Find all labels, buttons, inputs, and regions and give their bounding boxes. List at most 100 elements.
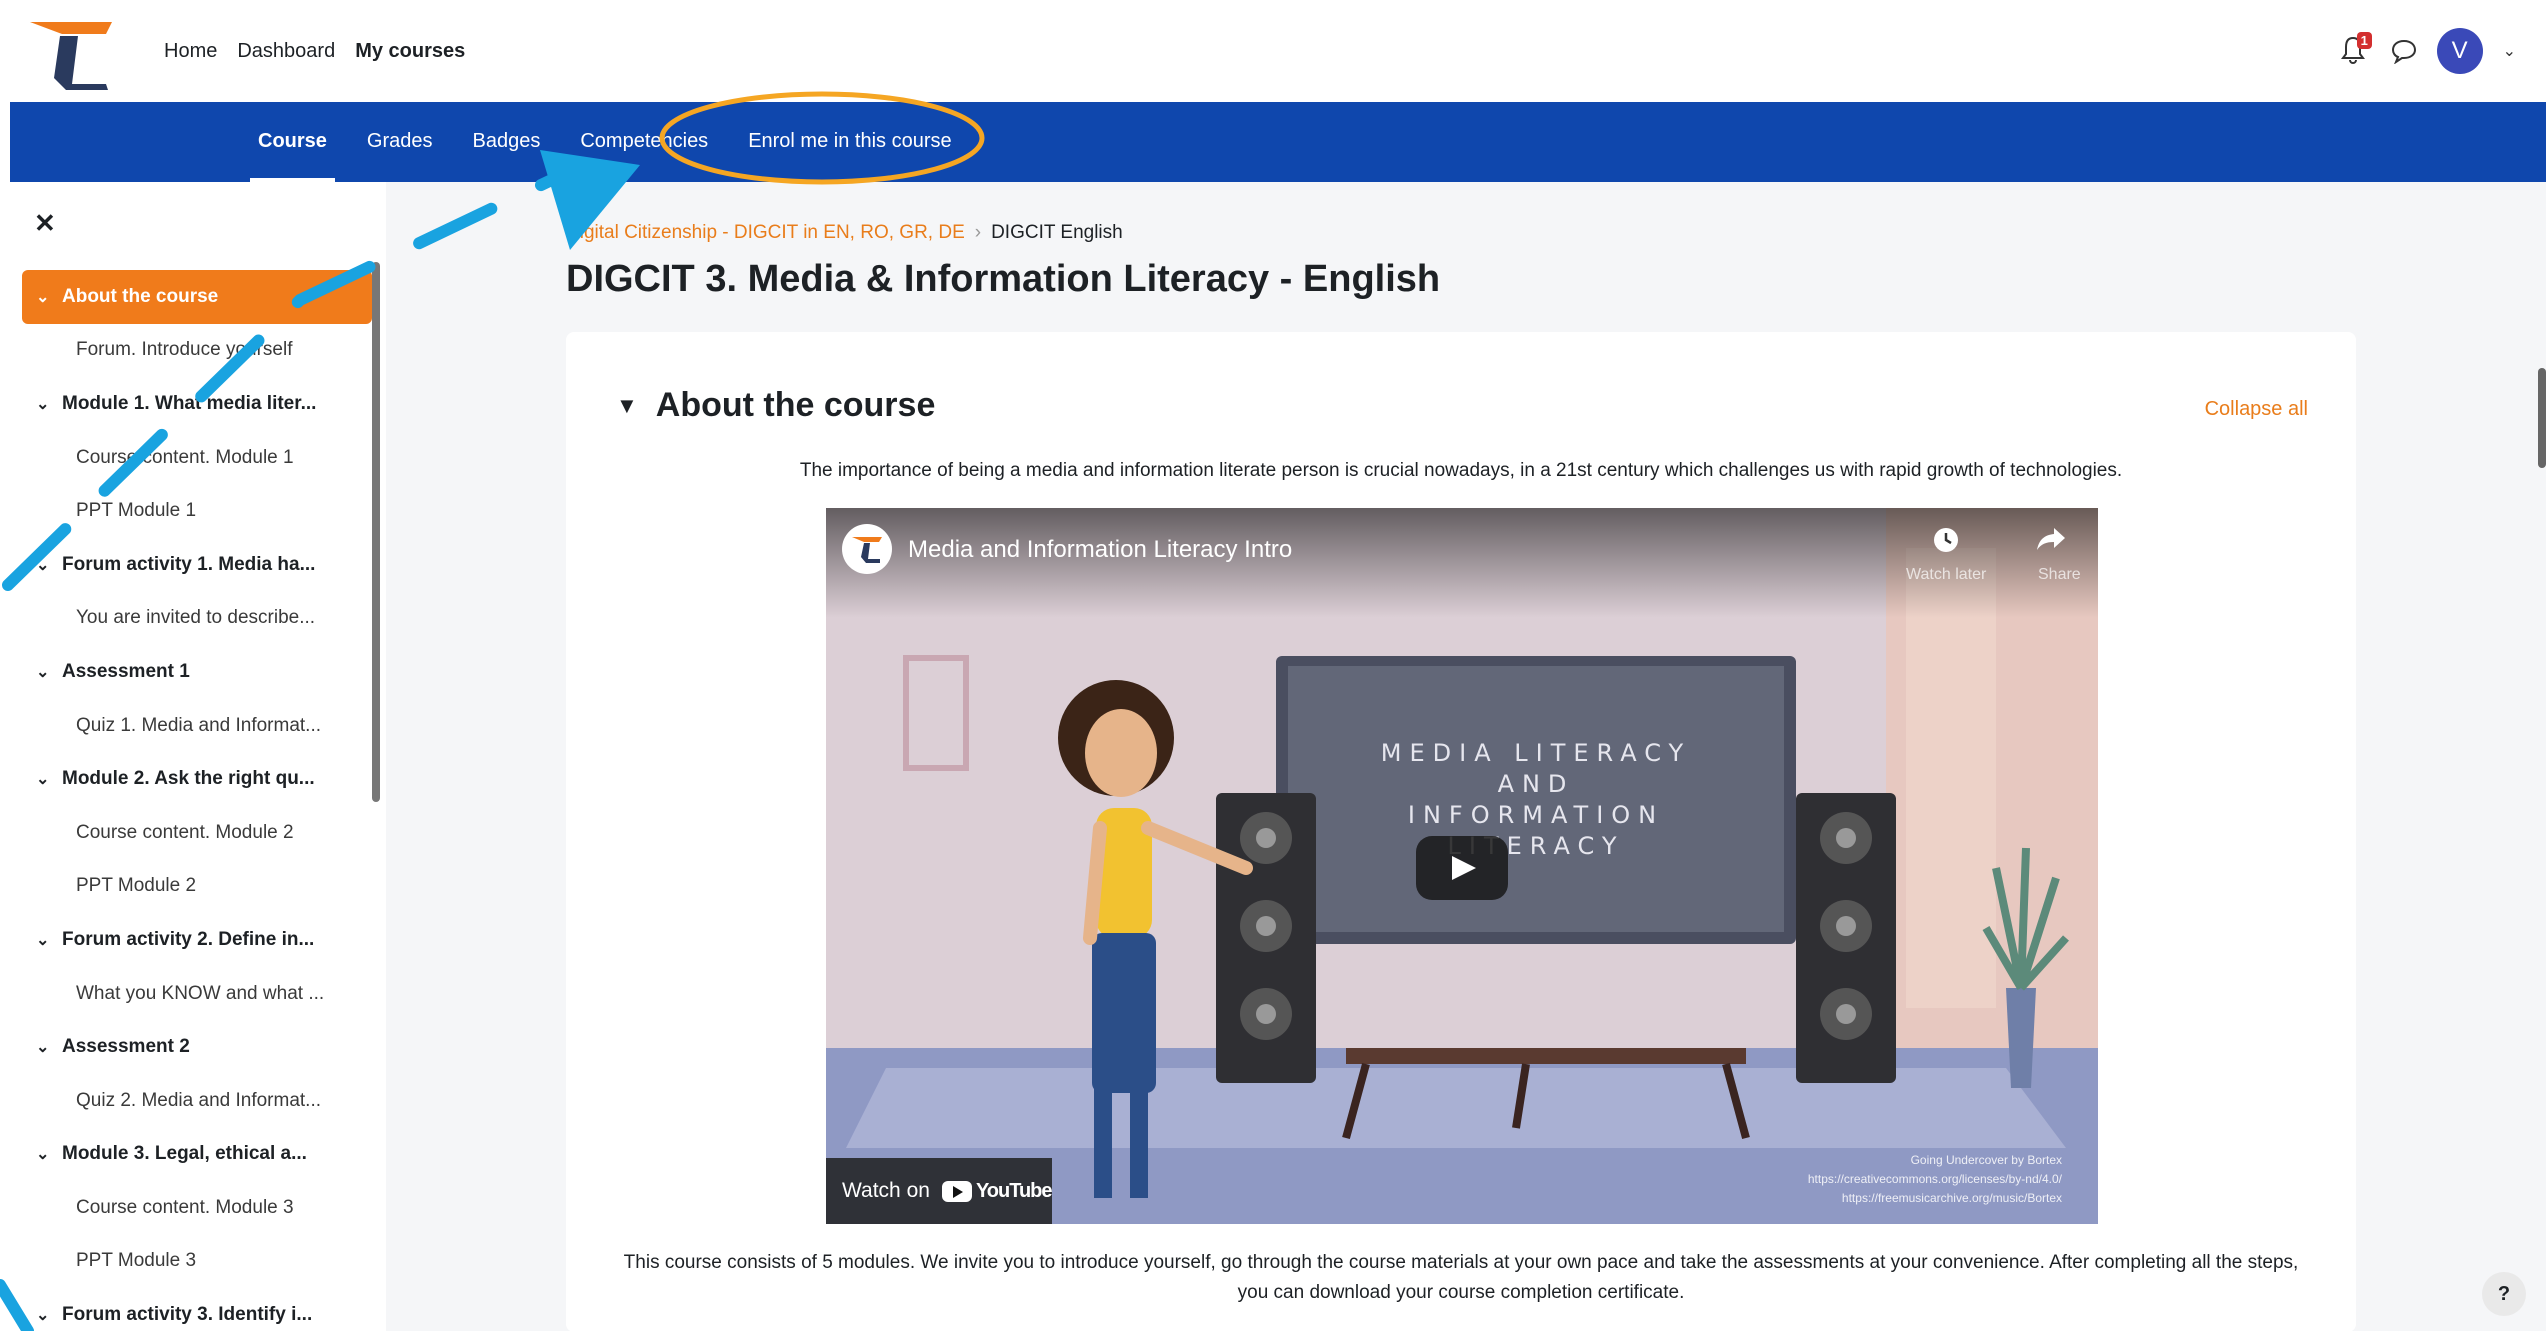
tab-course[interactable]: Course (238, 102, 347, 182)
youtube-play-icon (941, 1180, 972, 1202)
main-region: Digital Citizenship - DIGCIT in EN, RO, … (386, 182, 2546, 1332)
breadcrumb-parent-link[interactable]: Digital Citizenship - DIGCIT in EN, RO, … (566, 222, 965, 243)
page-scrollbar[interactable] (2538, 368, 2546, 468)
chevron-down-icon[interactable]: ⌄ (36, 555, 62, 575)
course-index-section[interactable]: ⌄ Module 3. Legal, ethical a... (22, 1128, 372, 1182)
play-button[interactable] (1416, 836, 1508, 900)
drawer-scrollbar[interactable] (372, 262, 380, 802)
play-icon (1452, 856, 1476, 880)
chevron-down-icon[interactable]: ⌄ (36, 930, 62, 950)
section-title: About the course (655, 386, 936, 424)
course-index-activity[interactable]: Course content. Module 3 (22, 1181, 372, 1235)
course-index-section[interactable]: ⌄ Forum activity 2. Define in... (22, 913, 372, 967)
course-index-label: Forum activity 2. Define in... (62, 928, 315, 950)
nav-dashboard-link[interactable]: Dashboard (237, 40, 335, 63)
course-index-section[interactable]: ⌄ Assessment 2 (22, 1020, 372, 1074)
course-index-activity[interactable]: Quiz 2. Media and Informat... (22, 1074, 372, 1128)
collapse-all-link[interactable]: Collapse all (2205, 398, 2308, 421)
chevron-down-icon[interactable]: ⌄ (36, 394, 62, 414)
course-index-label: Quiz 2. Media and Informat... (76, 1089, 322, 1111)
watch-on-youtube-button[interactable]: Watch on YouTube (826, 1158, 1053, 1224)
course-index-activity[interactable]: Course content. Module 1 (22, 431, 372, 485)
course-index-drawer: ✕ ⌄ About the course Forum. Introduce your… (10, 182, 387, 1331)
help-button[interactable]: ? (2482, 1272, 2526, 1316)
watch-on-label: Watch on (842, 1179, 930, 1202)
chevron-down-icon[interactable]: ⌄ (2503, 41, 2516, 61)
course-index-section[interactable]: ⌄ Module 2. Ask the right qu... (22, 752, 372, 806)
course-index-label: Forum activity 1. Media ha... (62, 553, 316, 575)
breadcrumb: Digital Citizenship - DIGCIT in EN, RO, … (566, 222, 1123, 244)
course-index-activity[interactable]: Forum. Introduce yourself (22, 324, 372, 378)
notification-count-badge: 1 (2356, 32, 2372, 49)
chevron-down-icon[interactable]: ▼ (616, 393, 638, 419)
course-index-label: Forum. Introduce yourself (76, 339, 293, 361)
tab-grades[interactable]: Grades (347, 102, 453, 182)
notifications-button[interactable]: 1 (2340, 32, 2372, 68)
course-section-card: ▼ About the course Collapse all The impo… (566, 332, 2356, 1332)
section-summary: The importance of being a media and info… (799, 460, 2123, 481)
course-index-activity[interactable]: PPT Module 2 (22, 860, 372, 914)
breadcrumb-current: DIGCIT English (991, 222, 1123, 243)
chevron-down-icon[interactable]: ⌄ (36, 1037, 62, 1057)
clock-icon[interactable] (1932, 526, 1960, 554)
chevron-down-icon[interactable]: ⌄ (36, 287, 62, 307)
chevron-down-icon[interactable]: ⌄ (36, 662, 62, 682)
breadcrumb-separator-icon: › (974, 222, 982, 243)
course-index-label: Assessment 1 (62, 660, 190, 682)
youtube-logo: YouTube (941, 1180, 1053, 1203)
course-index-activity[interactable]: Quiz 1. Media and Informat... (22, 699, 372, 753)
page-title: DIGCIT 3. Media & Information Literacy -… (566, 258, 1441, 300)
course-index-activity[interactable]: Course content. Module 2 (22, 806, 372, 860)
course-index-section[interactable]: ⌄ Forum activity 3. Identify i... (22, 1288, 372, 1342)
chevron-down-icon[interactable]: ⌄ (36, 1305, 62, 1325)
course-index-label: Course content. Module 2 (76, 821, 294, 843)
top-navbar: Home Dashboard My courses 1 V ⌄ (0, 0, 2546, 102)
site-logo[interactable] (26, 18, 116, 90)
tab-enrol-me[interactable]: Enrol me in this course (728, 102, 971, 182)
channel-logo-icon[interactable] (842, 524, 892, 574)
share-label[interactable]: Share (2038, 566, 2081, 584)
course-index-label: PPT Module 2 (76, 875, 197, 897)
course-index-label: Course content. Module 3 (76, 1196, 294, 1218)
course-index-label: You are invited to describe... (76, 607, 316, 629)
tab-competencies[interactable]: Competencies (560, 102, 728, 182)
course-index-activity[interactable]: PPT Module 3 (22, 1235, 372, 1289)
nav-home-link[interactable]: Home (164, 40, 217, 63)
close-drawer-icon[interactable]: ✕ (34, 208, 56, 239)
video-screen-text: MEDIA LITERACY AND INFORMATION LITERACY (1380, 739, 1692, 860)
watch-later-label[interactable]: Watch later (1906, 566, 1986, 584)
course-index-section[interactable]: ⌄ About the course (22, 270, 372, 324)
course-index-label: PPT Module 1 (76, 500, 197, 522)
course-description: This course consists of 5 modules. We in… (623, 1252, 2299, 1303)
course-index-label: Module 1. What media liter... (62, 392, 317, 414)
primary-nav: Home Dashboard My courses (164, 40, 465, 63)
video-credits: Going Undercover by Bortex https://creat… (1807, 1153, 2062, 1205)
course-index-section[interactable]: ⌄ Module 1. What media liter... (22, 377, 372, 431)
section-header[interactable]: ▼ About the course (616, 386, 935, 425)
nav-my-courses-link[interactable]: My courses (355, 40, 465, 63)
tab-badges[interactable]: Badges (453, 102, 561, 182)
chevron-down-icon[interactable]: ⌄ (36, 769, 62, 789)
course-index-label: Assessment 2 (62, 1036, 190, 1058)
course-index-list: ⌄ About the course Forum. Introduce yourse… (22, 270, 372, 1342)
user-avatar[interactable]: V (2436, 28, 2483, 74)
chevron-down-icon[interactable]: ⌄ (36, 1144, 62, 1164)
course-index-activity[interactable]: PPT Module 1 (22, 484, 372, 538)
course-index-label: What you KNOW and what ... (76, 982, 325, 1004)
messages-icon[interactable] (2391, 38, 2417, 64)
course-index-label: Quiz 1. Media and Informat... (76, 714, 322, 736)
course-index-activity[interactable]: What you KNOW and what ... (22, 967, 372, 1021)
course-index-activity[interactable]: You are invited to describe... (22, 592, 372, 646)
user-menu-area: 1 V ⌄ (2340, 28, 2516, 74)
course-index-section[interactable]: ⌄ Forum activity 1. Media ha... (22, 538, 372, 592)
youtube-video-embed[interactable]: MEDIA LITERACY AND INFORMATION LITERACY … (826, 508, 2098, 1224)
course-index-section[interactable]: ⌄ Assessment 1 (22, 645, 372, 699)
course-index-label: Forum activity 3. Identify i... (62, 1304, 313, 1326)
video-title-link[interactable]: Media and Information Literacy Intro (908, 536, 1292, 564)
share-icon[interactable] (2036, 526, 2066, 552)
course-secondary-nav: Course Grades Badges Competencies Enrol … (10, 102, 2546, 182)
course-index-label: Course content. Module 1 (76, 446, 294, 468)
course-index-label: PPT Module 3 (76, 1250, 197, 1272)
course-index-label: Module 3. Legal, ethical a... (62, 1143, 307, 1165)
course-index-label: About the course (62, 285, 219, 307)
